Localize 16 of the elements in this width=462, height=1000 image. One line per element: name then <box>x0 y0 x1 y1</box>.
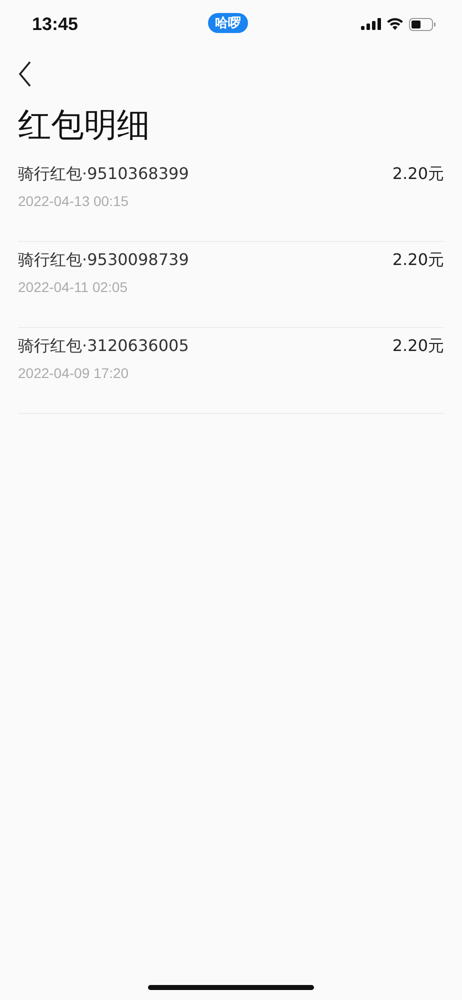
battery-icon <box>409 18 436 30</box>
record-time: 2022-04-13 00:15 <box>18 193 130 209</box>
record-time: 2022-04-11 02:05 <box>18 279 128 295</box>
status-time: 13:45 <box>32 14 80 34</box>
page-title: 红包明细 <box>17 104 151 146</box>
signal-icon <box>361 18 381 30</box>
record-amount: 2.20元 <box>392 336 444 357</box>
record-name: 骑行红包·3120636005 <box>18 336 189 357</box>
record-name: 骑行红包·9510368399 <box>18 164 189 185</box>
wifi-icon <box>387 18 403 30</box>
record-name: 骑行红包·9530098739 <box>18 250 189 271</box>
app-pill[interactable]: 哈啰 <box>208 13 248 33</box>
back-icon[interactable] <box>18 61 32 87</box>
record-time: 2022-04-09 17:20 <box>18 365 130 381</box>
record-amount: 2.20元 <box>392 250 444 271</box>
record-amount: 2.20元 <box>392 164 444 185</box>
